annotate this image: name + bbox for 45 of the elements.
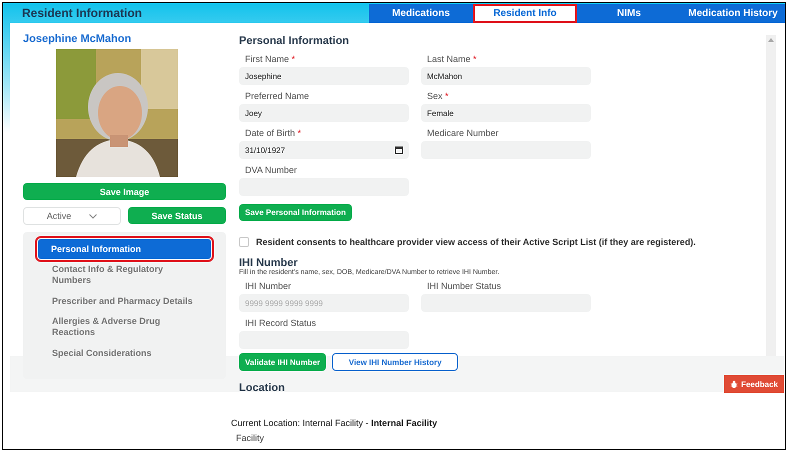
field-label: DVA Number <box>244 164 298 176</box>
field-label: IHI Record Status <box>244 317 318 329</box>
date-field[interactable]: 31/10/1927 <box>239 141 409 159</box>
input-field[interactable]: McMahon <box>421 67 591 85</box>
status-select[interactable]: Active <box>23 207 121 225</box>
consent-label: Resident consents to healthcare provider view access of their Active Script List (if they are registered). <box>256 237 696 247</box>
save-image-button[interactable]: Save Image <box>23 183 226 200</box>
validate-button[interactable]: Validate IHI Number <box>239 353 326 371</box>
input-field[interactable]: Female <box>421 104 591 122</box>
chevron-icon <box>89 214 98 218</box>
scroll-up-icon <box>768 38 774 42</box>
field-label: First Name * <box>244 53 296 65</box>
calendar-icon <box>395 146 403 154</box>
section-heading: IHI Number <box>239 257 298 269</box>
nav-item[interactable]: Contact Info & Regulatory Numbers <box>38 264 211 286</box>
field-label: Last Name * <box>426 53 478 65</box>
field-label: Sex * <box>426 90 450 102</box>
history-button[interactable]: View IHI Number History <box>332 353 458 371</box>
input-field[interactable]: Josephine <box>239 67 409 85</box>
section-heading: Location <box>239 382 285 394</box>
nav-item[interactable]: Special Considerations <box>38 343 211 363</box>
input-field[interactable]: Joey <box>239 104 409 122</box>
save-status-button[interactable]: Save Status <box>128 207 226 224</box>
field-label: IHI Number Status <box>426 280 502 292</box>
consent-checkbox[interactable] <box>239 237 249 247</box>
tab[interactable]: NIMs <box>577 4 681 23</box>
feedback-button[interactable]: Feedback <box>724 375 784 393</box>
tab[interactable]: Resident Info <box>473 4 577 23</box>
resident-name: Josephine McMahon <box>23 33 132 45</box>
scrollbar[interactable] <box>766 35 776 356</box>
field-label: Preferred Name <box>244 90 310 102</box>
nav-item[interactable]: Allergies & Adverse Drug Reactions <box>38 316 211 338</box>
field-label: IHI Number <box>244 280 292 292</box>
section-heading: Personal Information <box>239 35 350 47</box>
current-location: Current Location: Internal Facility - Internal Facility <box>231 418 438 428</box>
field-label: Facility <box>235 433 266 443</box>
tab[interactable]: Medication History <box>681 4 785 23</box>
field-label: Medicare Number <box>426 127 500 139</box>
nav-item[interactable]: Personal Information <box>38 239 211 259</box>
tab[interactable]: Medications <box>369 4 473 23</box>
save-personal-button[interactable]: Save Personal Information <box>239 204 352 221</box>
bug-icon <box>730 380 738 388</box>
field-label: Date of Birth * <box>244 127 302 139</box>
page-title: Resident Information <box>21 5 144 22</box>
nav-item[interactable]: Prescriber and Pharmacy Details <box>38 291 211 311</box>
